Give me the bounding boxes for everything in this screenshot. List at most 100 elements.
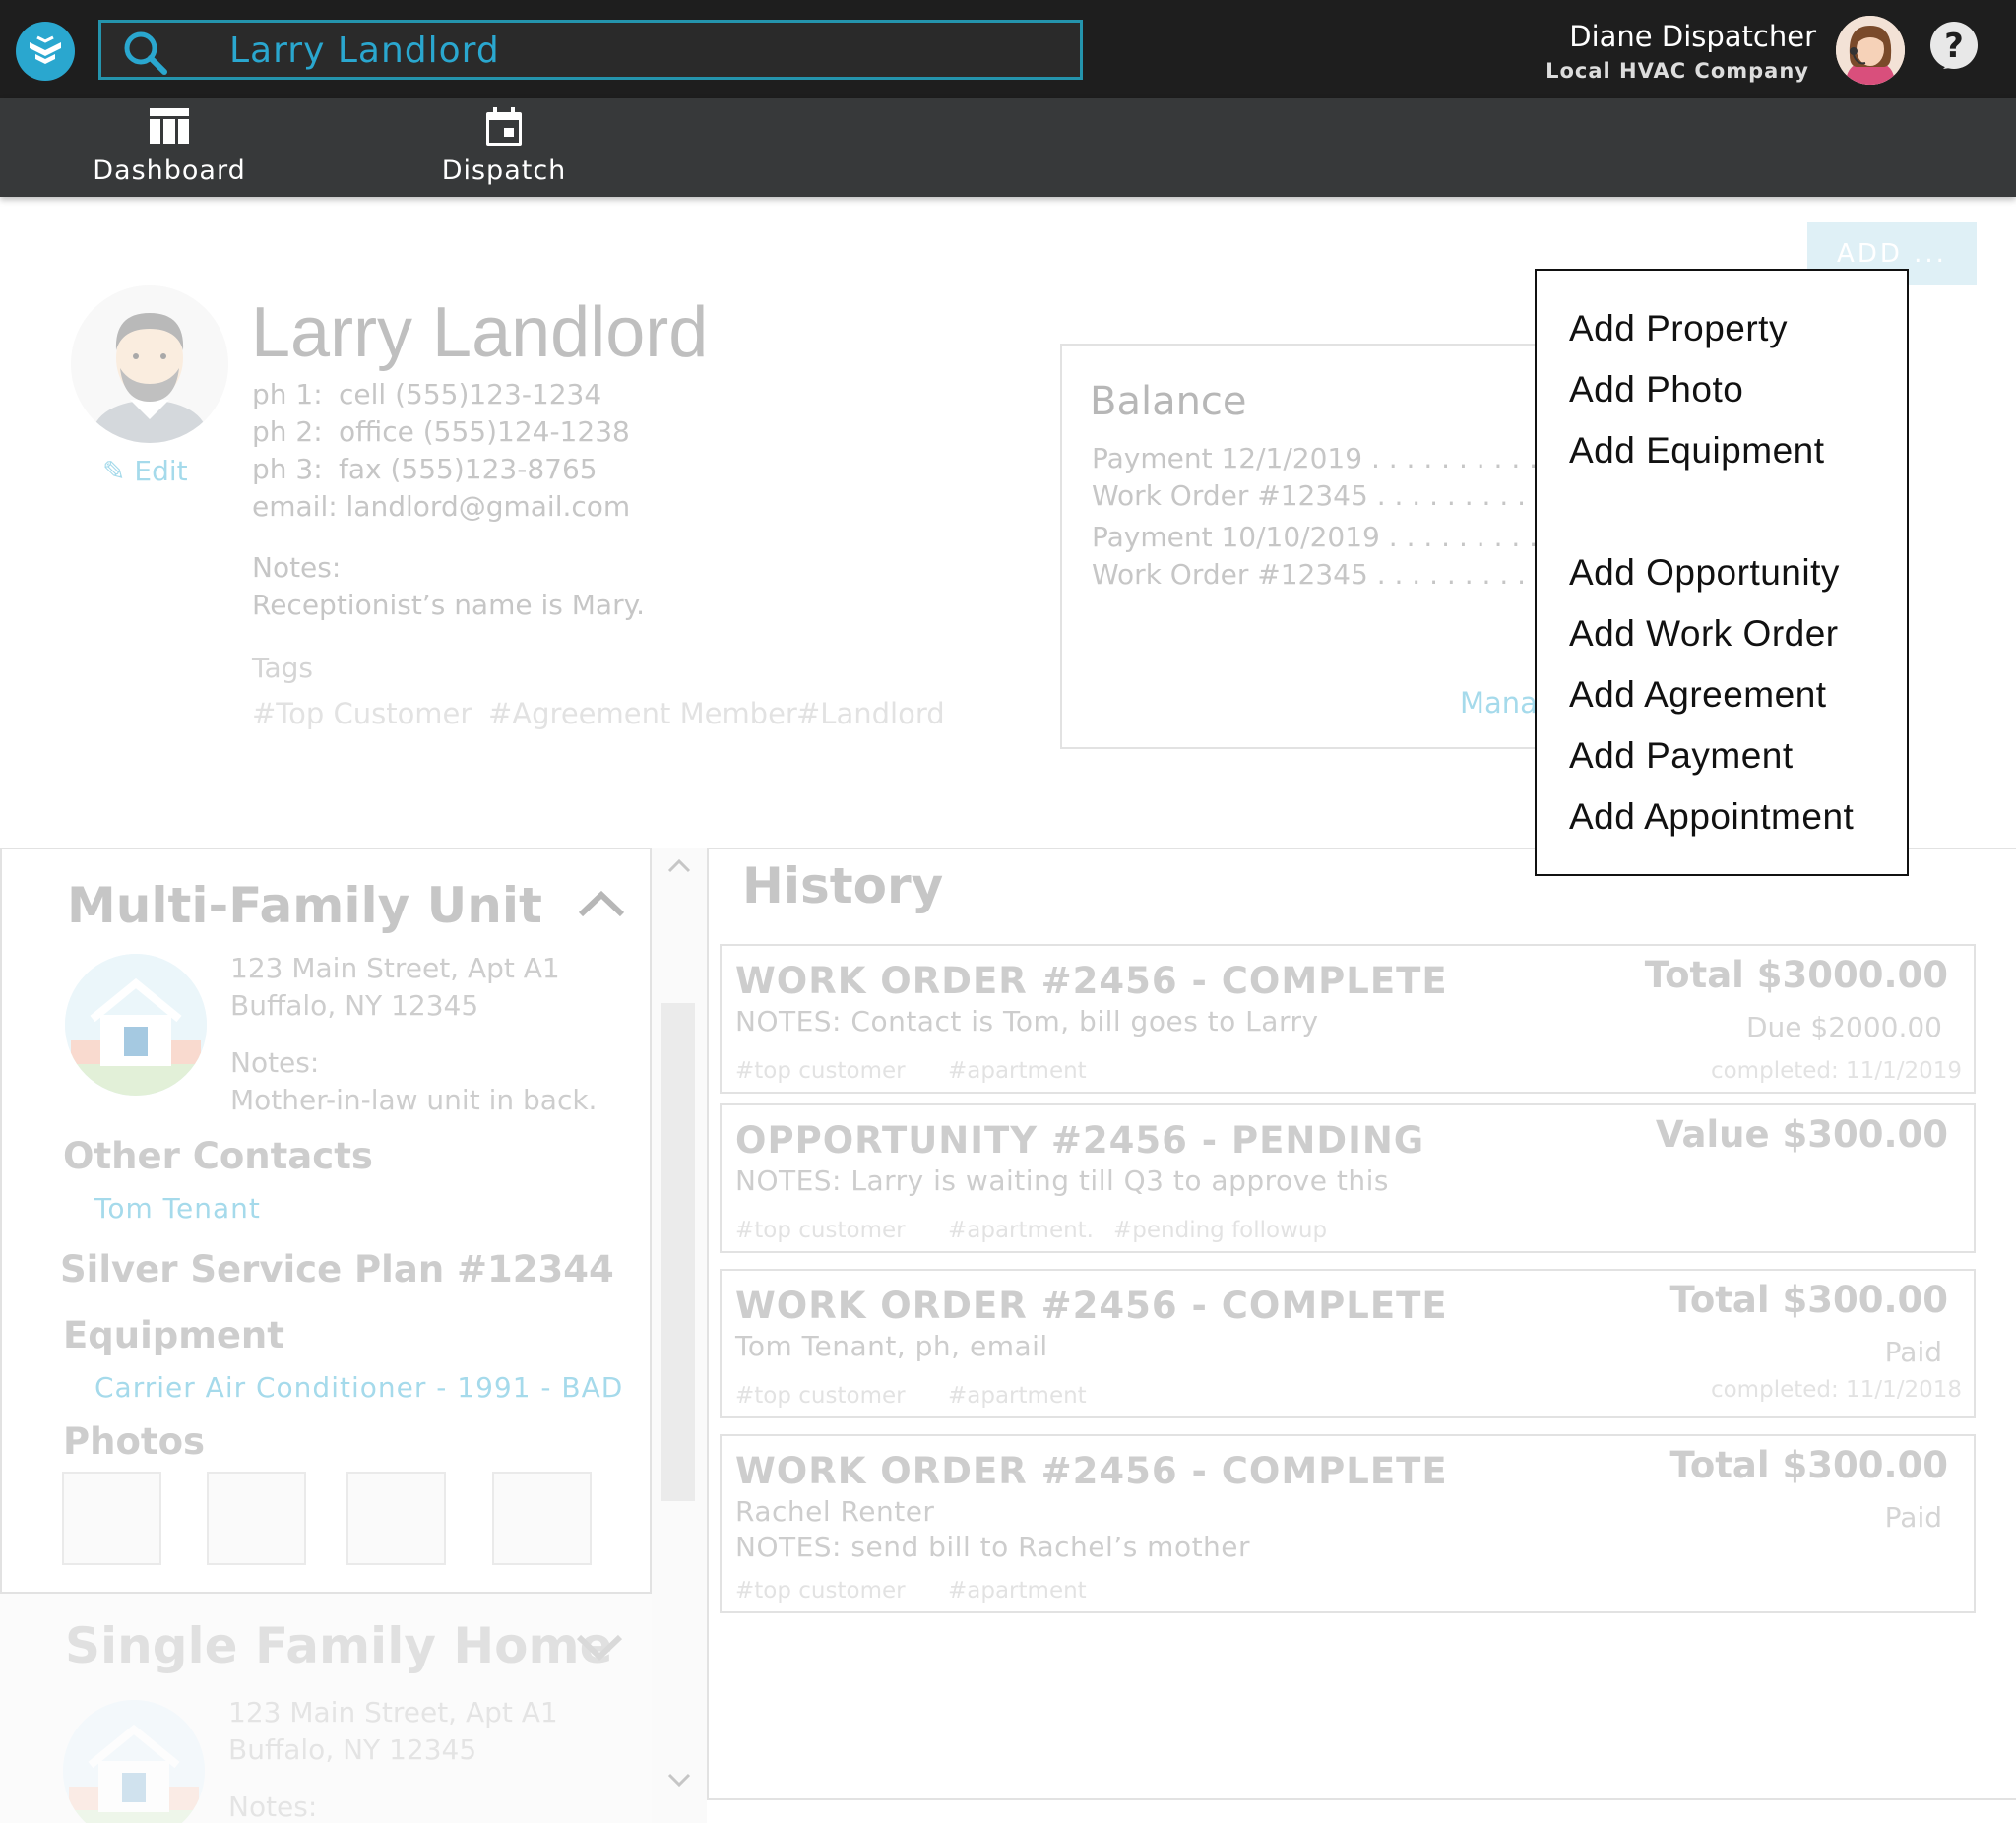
photo-thumbnail[interactable] <box>492 1472 592 1565</box>
card-title: OPPORTUNITY #2456 - PENDING <box>735 1119 1425 1162</box>
card-tag: #top customer <box>735 1058 906 1084</box>
customer-notes: Receptionist’s name is Mary. <box>252 589 646 621</box>
balance-row: Payment 10/10/2019 . . . . . . . . . . <box>1092 521 1555 553</box>
edit-label: Edit <box>134 455 188 487</box>
property-title: Multi-Family Unit <box>67 877 542 934</box>
search-input[interactable] <box>229 29 1056 72</box>
pencil-icon: ✎ <box>102 455 126 487</box>
search-icon[interactable] <box>123 31 168 76</box>
card-notes: NOTES: send bill to Rachel’s mother <box>735 1531 1251 1563</box>
card-tag: #top customer <box>735 1218 906 1243</box>
menu-item-add-photo[interactable]: Add Photo <box>1569 369 1743 410</box>
phone-key: ph 1: <box>252 378 323 410</box>
phone-2: ph 2: office (555)124-1238 <box>252 415 630 448</box>
edit-link[interactable]: ✎ Edit <box>102 455 188 487</box>
user-company: Local HVAC Company <box>1545 59 1809 83</box>
card-due: Due $2000.00 <box>1745 1011 1942 1043</box>
card-contact: Rachel Renter <box>735 1495 935 1528</box>
menu-item-add-appointment[interactable]: Add Appointment <box>1569 796 1854 838</box>
notes-label: Notes: <box>252 551 342 584</box>
card-notes: NOTES: Larry is waiting till Q3 to appro… <box>735 1164 1389 1197</box>
card-tag: #pending followup <box>1113 1218 1328 1243</box>
user-name: Diane Dispatcher <box>1569 20 1816 53</box>
calendar-icon <box>486 107 522 146</box>
balance-row: Payment 12/1/2019 . . . . . . . . . . . <box>1092 442 1555 474</box>
card-title: WORK ORDER #2456 - COMPLETE <box>735 1450 1448 1492</box>
equipment-link[interactable]: Carrier Air Conditioner - 1991 - BAD <box>94 1371 623 1404</box>
equipment-heading: Equipment <box>63 1314 284 1356</box>
search-bar <box>98 20 1083 80</box>
scroll-thumb[interactable] <box>662 1003 695 1501</box>
chevron-up-icon[interactable] <box>577 889 626 918</box>
property-address-line2: Buffalo, NY 12345 <box>228 1733 477 1766</box>
property-notes: Mother-in-law unit in back. <box>230 1084 598 1116</box>
house-icon <box>65 954 207 1096</box>
card-amount: Value $300.00 <box>1655 1113 1948 1156</box>
tag[interactable]: #Agreement Member <box>488 697 797 730</box>
nav-item-label: Dashboard <box>93 156 246 186</box>
menu-item-add-agreement[interactable]: Add Agreement <box>1569 674 1827 716</box>
other-contacts-heading: Other Contacts <box>63 1135 373 1177</box>
phone-value: fax (555)123-8765 <box>339 453 598 485</box>
tag[interactable]: #Landlord <box>796 697 945 730</box>
photo-thumbnail[interactable] <box>346 1472 446 1565</box>
property-panel: Multi-Family Unit 123 Main Street, Apt A… <box>0 848 652 1594</box>
left-scrollbar[interactable] <box>652 848 707 1823</box>
customer-name: Larry Landlord <box>251 293 709 372</box>
menu-item-add-property[interactable]: Add Property <box>1569 308 1788 349</box>
nav-bar: Dashboard Dispatch <box>0 98 2016 197</box>
card-status: Paid <box>1884 1336 1942 1368</box>
nav-item-dispatch[interactable]: Dispatch <box>425 98 583 197</box>
menu-item-add-work-order[interactable]: Add Work Order <box>1569 613 1839 655</box>
balance-title: Balance <box>1090 379 1247 424</box>
scroll-up-icon[interactable] <box>667 857 691 873</box>
tags-label: Tags <box>252 652 313 684</box>
property-address-line1: 123 Main Street, Apt A1 <box>228 1696 558 1729</box>
card-tag: #top customer <box>735 1383 906 1409</box>
user-avatar[interactable] <box>1836 16 1905 85</box>
menu-item-add-equipment[interactable]: Add Equipment <box>1569 430 1825 471</box>
card-tag: #apartment <box>948 1383 1087 1409</box>
history-card[interactable]: WORK ORDER #2456 - COMPLETE Tom Tenant, … <box>720 1269 1976 1418</box>
tag[interactable]: #Top Customer <box>252 697 472 730</box>
history-card[interactable]: OPPORTUNITY #2456 - PENDING NOTES: Larry… <box>720 1103 1976 1253</box>
app-logo-icon[interactable] <box>16 22 75 81</box>
phone-1: ph 1: cell (555)123-1234 <box>252 378 601 410</box>
history-card[interactable]: WORK ORDER #2456 - COMPLETE NOTES: Conta… <box>720 944 1976 1094</box>
add-menu: Add Property Add Photo Add Equipment Add… <box>1535 269 1909 876</box>
property-notes-label: Notes: <box>228 1791 318 1823</box>
balance-card: Balance Payment 12/1/2019 . . . . . . . … <box>1060 344 1572 749</box>
menu-item-add-payment[interactable]: Add Payment <box>1569 735 1794 777</box>
phone-value: cell (555)123-1234 <box>339 378 602 410</box>
card-tag: #apartment <box>948 1578 1087 1603</box>
top-bar: Diane Dispatcher Local HVAC Company ? <box>0 0 2016 98</box>
house-icon <box>63 1700 205 1823</box>
balance-row: Work Order #12345 . . . . . . . . . . . <box>1092 479 1561 512</box>
service-plan-heading[interactable]: Silver Service Plan #12344 <box>60 1248 614 1290</box>
scroll-down-icon[interactable] <box>667 1773 691 1789</box>
svg-text:?: ? <box>1944 27 1964 66</box>
history-title: History <box>742 857 944 914</box>
property-notes-label: Notes: <box>230 1046 320 1079</box>
history-card[interactable]: WORK ORDER #2456 - COMPLETE Rachel Rente… <box>720 1434 1976 1613</box>
help-icon[interactable]: ? <box>1927 20 1981 77</box>
card-title: WORK ORDER #2456 - COMPLETE <box>735 960 1448 1002</box>
manage-link[interactable]: Mana <box>1460 686 1538 720</box>
card-tag: #apartment. <box>948 1218 1094 1243</box>
nav-item-dashboard[interactable]: Dashboard <box>81 98 258 197</box>
card-date: completed: 11/1/2018 <box>1710 1377 1962 1403</box>
property-panel-collapsed[interactable]: Single Family Home 123 Main Street, Apt … <box>0 1594 652 1823</box>
card-amount: Total $300.00 <box>1670 1444 1949 1486</box>
card-amount: Total $300.00 <box>1670 1279 1949 1321</box>
nav-item-label: Dispatch <box>441 156 567 186</box>
phone-key: ph 3: <box>252 453 323 485</box>
chevron-down-icon[interactable] <box>575 1633 624 1663</box>
card-date: completed: 11/1/2019 <box>1710 1058 1962 1084</box>
photo-thumbnail[interactable] <box>62 1472 161 1565</box>
card-amount: Total $3000.00 <box>1644 954 1948 996</box>
photo-thumbnail[interactable] <box>207 1472 306 1565</box>
phone-3: ph 3: fax (555)123-8765 <box>252 453 598 485</box>
menu-item-add-opportunity[interactable]: Add Opportunity <box>1569 552 1840 594</box>
card-notes: NOTES: Contact is Tom, bill goes to Larr… <box>735 1005 1319 1037</box>
contact-link[interactable]: Tom Tenant <box>94 1192 261 1225</box>
